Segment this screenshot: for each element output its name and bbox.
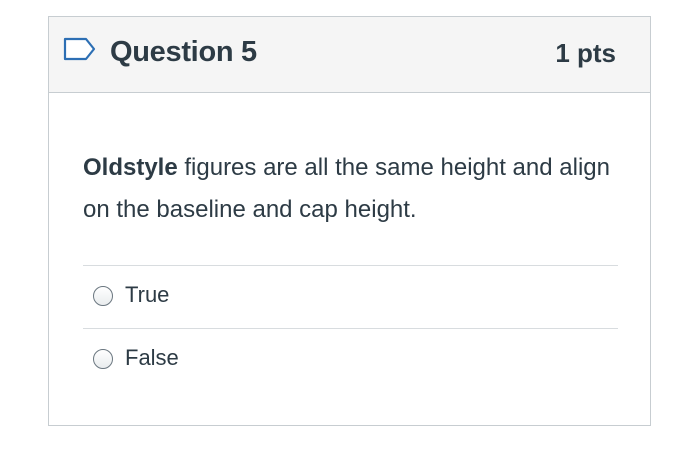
question-points: 1 pts [555,38,616,68]
answer-label-true: True [125,282,170,307]
question-title: Question 5 [110,36,257,68]
radio-button-true[interactable] [93,286,113,306]
question-header: Question 5 1 pts [49,17,650,93]
flag-question-icon[interactable] [63,37,97,61]
answer-option-true[interactable]: True [83,265,618,328]
question-text-bold: Oldstyle [83,154,178,181]
question-card: Question 5 1 pts Oldstyle figures are al… [48,16,651,426]
question-text: Oldstyle figures are all the same height… [83,147,623,231]
answer-list: True False [83,265,618,391]
radio-button-false[interactable] [93,349,113,369]
answer-option-false[interactable]: False [83,328,618,391]
answer-label-false: False [125,345,179,370]
